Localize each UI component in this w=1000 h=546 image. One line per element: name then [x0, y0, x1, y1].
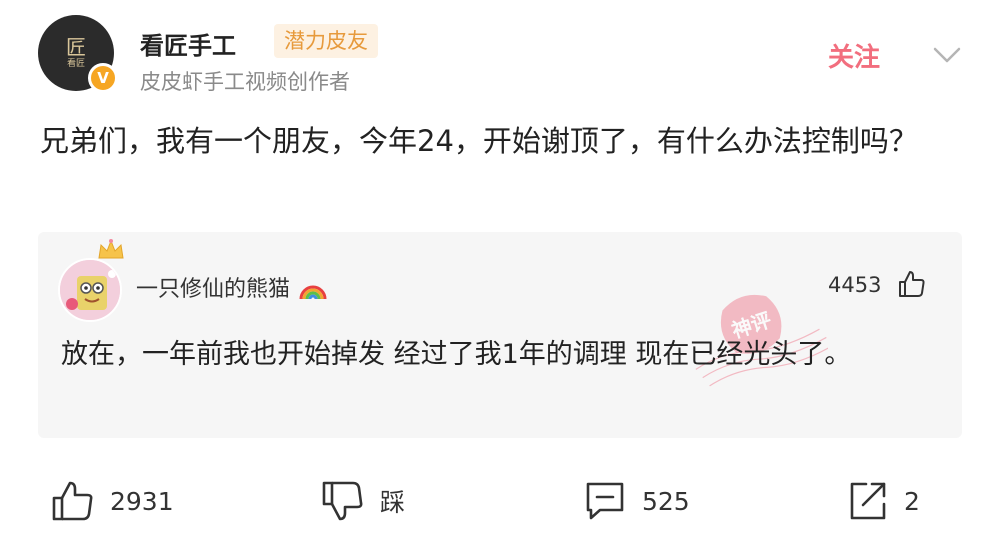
commenter-avatar[interactable]	[58, 258, 122, 322]
avatar-logo-text: 看匠	[66, 59, 85, 69]
comment-like-count: 4453	[828, 273, 882, 297]
thumbs-down-icon	[322, 481, 363, 521]
share-button[interactable]: 2	[844, 478, 920, 524]
thumbs-up-icon	[52, 481, 93, 521]
dislike-label: 踩	[380, 488, 406, 517]
share-icon	[850, 482, 886, 520]
author-tag-badge: 潜力皮友	[274, 24, 378, 58]
like-count: 2931	[110, 486, 174, 516]
post-header: 匠 看匠 V 看匠手工 潜力皮友 皮皮虾手工视频创作者 关注	[0, 0, 1000, 110]
author-name[interactable]: 看匠手工	[140, 26, 236, 61]
chevron-down-icon[interactable]	[930, 38, 964, 72]
commenter-name[interactable]: 一只修仙的熊猫	[136, 271, 327, 303]
post-action-bar: 2931 踩 525 2	[0, 466, 1000, 536]
follow-button[interactable]: 关注	[828, 37, 880, 74]
v-badge-icon: V	[88, 63, 118, 93]
top-comment-card[interactable]: 一只修仙的熊猫 4453 神评 放在，一年前我也开始掉发 经过了我1年的调理 现…	[38, 232, 962, 438]
share-count: 2	[904, 486, 920, 516]
crown-icon	[98, 239, 124, 259]
commenter-name-text: 一只修仙的熊猫	[136, 277, 291, 302]
comment-button[interactable]: 525	[582, 478, 690, 524]
post-text: 兄弟们，我有一个朋友，今年24，开始谢顶了，有什么办法控制吗？	[40, 124, 918, 158]
thumbs-up-icon[interactable]	[896, 268, 928, 300]
like-button[interactable]: 2931	[50, 478, 174, 524]
comment-text: 放在，一年前我也开始掉发 经过了我1年的调理 现在已经光头了。	[61, 339, 852, 370]
comment-count: 525	[642, 486, 690, 516]
commenter-avatar-image	[60, 260, 120, 320]
author-description: 皮皮虾手工视频创作者	[140, 70, 350, 94]
rainbow-icon	[299, 285, 327, 300]
avatar-logo-mark: 匠	[66, 35, 86, 59]
comment-icon	[586, 482, 624, 520]
dislike-button[interactable]: 踩	[320, 478, 405, 524]
